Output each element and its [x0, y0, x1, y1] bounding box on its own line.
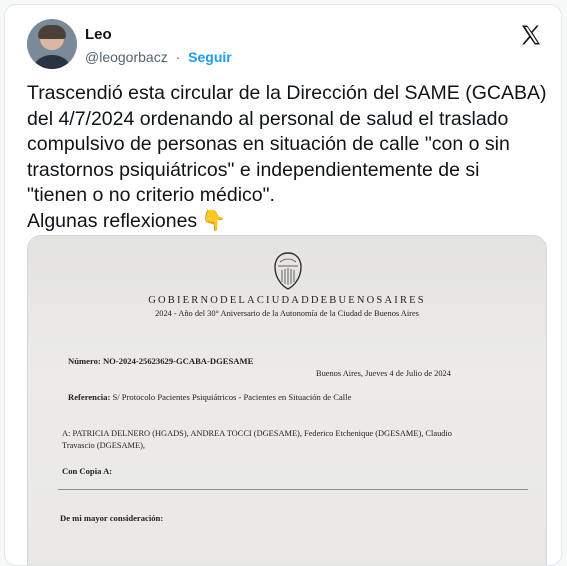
document-paper: GOBIERNODELACIUDADDEBUENOSAIRES 2024 - A…: [28, 236, 546, 565]
document-recipients: A: PATRICIA DELNERO (HGADS), ANDREA TOCC…: [62, 428, 512, 451]
tweet-line: "tienen o no criterio médico".: [27, 184, 275, 206]
pointing-down-emoji: 👇: [201, 209, 227, 232]
tweet-line: del 4/7/2024 ordenando al personal de sa…: [27, 107, 509, 130]
recipients-line: Travascio (DGESAME),: [62, 440, 145, 450]
document-referencia: Referencia: S/ Protocolo Pacientes Psiqu…: [68, 392, 351, 402]
avatar[interactable]: [27, 19, 77, 69]
numero-label: Número:: [68, 356, 101, 366]
separator-dot: ·: [175, 49, 181, 65]
referencia-value: S/ Protocolo Pacientes Psiquiátricos - P…: [112, 392, 352, 402]
tweet-card: Leo @leogorbacz · Seguir Trascendió esta…: [4, 4, 562, 566]
tweet-text: Trascendió esta circular de la Dirección…: [27, 81, 547, 234]
document-subtitle: 2024 - Año del 30° Aniversario de la Aut…: [155, 309, 419, 318]
referencia-label: Referencia:: [68, 392, 111, 402]
author-name[interactable]: Leo: [85, 26, 112, 43]
document-consideracion: De mi mayor consideración:: [60, 513, 164, 523]
tweet-line-last: Algunas reflexiones 👇: [27, 209, 547, 235]
follow-button[interactable]: Seguir: [188, 49, 232, 65]
tweet-line: Trascendió esta circular de la Dirección…: [27, 82, 547, 104]
document-header: GOBIERNODELACIUDADDEBUENOSAIRES: [148, 295, 426, 306]
author-handle-row: @leogorbacz · Seguir: [85, 49, 232, 65]
x-logo-icon[interactable]: [519, 23, 543, 47]
author-handle[interactable]: @leogorbacz: [85, 49, 168, 65]
document-divider: [58, 489, 528, 490]
numero-value: NO-2024-25623629-GCABA-DGESAME: [102, 356, 254, 366]
document-copia: Con Copia A:: [62, 466, 113, 476]
document-date: Buenos Aires, Jueves 4 de Julio de 2024: [316, 369, 451, 378]
tweet-line: Algunas reflexiones: [27, 209, 198, 232]
tweet-line: trastornos psiquiátricos" e independient…: [27, 158, 480, 181]
tweet-line: compulsivo de personas en situación de c…: [27, 133, 510, 155]
recipients-line: A: PATRICIA DELNERO (HGADS), ANDREA TOCC…: [62, 429, 452, 438]
attached-photo[interactable]: GOBIERNODELACIUDADDEBUENOSAIRES 2024 - A…: [27, 235, 547, 565]
city-seal-icon: [274, 252, 302, 290]
avatar-hair: [38, 25, 66, 39]
avatar-shirt: [31, 55, 73, 69]
document-numero: Número: NO-2024-25623629-GCABA-DGESAME: [68, 356, 253, 366]
